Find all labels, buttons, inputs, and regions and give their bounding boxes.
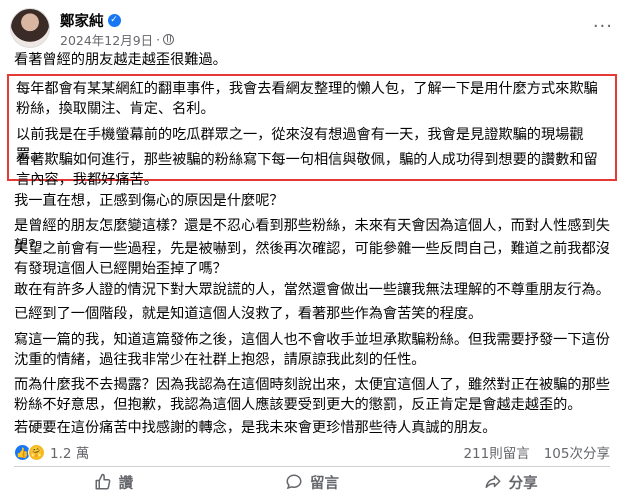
verified-badge-icon: ✓ [107,14,121,27]
thumbs-up-icon [95,473,110,490]
share-button[interactable]: 分享 [411,470,610,494]
reaction-icons[interactable]: 👍 🤗 [14,443,45,461]
post-paragraph: 我一直在想，正感到傷心的原因是什麼呢？ [14,193,284,209]
meta-separator: · [156,32,161,47]
comment-count[interactable]: 211則留言 [463,442,529,462]
share-count[interactable]: 105次分享 [544,442,610,462]
highlighted-section: 每年都會有某某網紅的翻車事件，我會去看網友整理的懶人包，了解一下是用什麼方式來欺… [7,74,617,188]
post-meta: 2024年12月9日 · [60,30,175,49]
post-paragraph: 已經到了一個階段，就是知道這個人沒救了，看著那些作為會苦笑的程度。 [14,306,483,322]
highlighted-paragraph: 看著欺騙如何進行，那些被騙的粉絲寫下每一句相信與敬佩，騙的人成功得到想要的讚數和… [16,152,598,188]
share-icon [485,475,501,488]
highlighted-paragraph: 每年都會有某某網紅的翻車事件，我會去看網友整理的懶人包，了解一下是用什麼方式來欺… [16,81,598,117]
author-row: 鄭家純 ✓ [60,10,121,31]
like-label: 讚 [118,475,134,492]
comment-icon [286,474,302,490]
post-paragraph: 敢在有許多人證的情況下對大眾說謊的人，當然還會做出一些讓我無法理解的不尊重朋友行… [14,282,610,298]
divider [14,466,610,467]
post-header: 鄭家純 ✓ 2024年12月9日 · ··· [10,8,613,48]
comment-label: 留言 [310,475,339,492]
post-stats: 211則留言 105次分享 [463,442,610,462]
post-date[interactable]: 2024年12月9日 [60,30,153,49]
avatar[interactable] [10,8,50,48]
reaction-count[interactable]: 1.2 萬 [50,442,89,462]
post-paragraph: 失望之前會有一些過程，先是被嚇到，然後再次確認，可能參雜一些反問自己，難道之前我… [14,241,610,277]
globe-icon [163,34,175,45]
post-paragraph: 若硬要在這份痛苦中找感謝的轉念，是我未來會更珍惜那些待人真誠的朋友。 [14,420,497,436]
comment-button[interactable]: 留言 [213,470,412,494]
author-name[interactable]: 鄭家純 [60,10,104,31]
care-reaction-icon: 🤗 [28,443,45,461]
share-label: 分享 [508,475,538,492]
like-button[interactable]: 讚 [14,470,213,494]
more-options-button[interactable]: ··· [593,16,613,37]
post-actions: 讚 留言 分享 [14,470,610,494]
post-paragraph: 寫這一篇的我，知道這篇發佈之後，這個人也不會收手並坦承欺騙粉絲。但我需要抒發一下… [14,332,610,368]
post-title-line: 看著曾經的朋友越走越歪很難過。 [14,52,227,68]
post-paragraph: 而為什麼我不去揭露？因為我認為在這個時刻說出來，太便宜這個人了，雖然對正在被騙的… [14,377,610,413]
reactions-bar: 👍 🤗 1.2 萬 211則留言 105次分享 [14,442,610,462]
